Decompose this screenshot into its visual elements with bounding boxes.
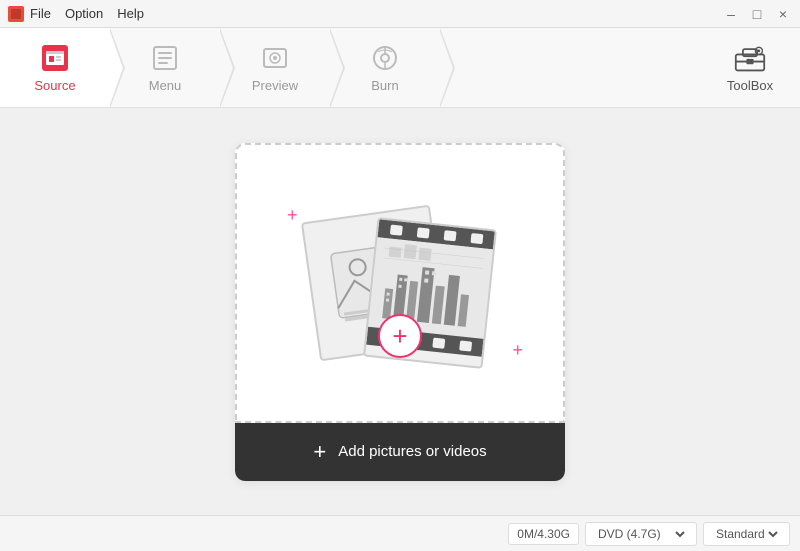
preview-icon: [259, 42, 291, 74]
nav-burn[interactable]: Burn: [330, 28, 440, 107]
menu-help[interactable]: Help: [117, 6, 144, 21]
source-label: Source: [34, 78, 75, 93]
minimize-button[interactable]: –: [722, 5, 740, 23]
menu-nav-label: Menu: [149, 78, 182, 93]
toolbox-label: ToolBox: [727, 78, 773, 93]
menu-option[interactable]: Option: [65, 6, 103, 21]
add-plus-icon: +: [313, 439, 326, 465]
title-bar: File Option Help – □ ×: [0, 0, 800, 28]
illustration: +: [300, 203, 500, 383]
add-circle-button[interactable]: +: [378, 314, 422, 358]
burn-icon: [369, 42, 401, 74]
deco-plus-bottomright: +: [512, 340, 523, 361]
preview-label: Preview: [252, 78, 298, 93]
burn-label: Burn: [371, 78, 398, 93]
dvd-select[interactable]: DVD (4.7G) DVD-9 (8.5G) Blu-ray 25G: [594, 526, 688, 542]
drop-zone-inner: + +: [235, 143, 565, 423]
menu-file[interactable]: File: [30, 6, 51, 21]
app-icon: [8, 6, 24, 22]
quality-select[interactable]: Standard High Low: [712, 526, 781, 542]
status-bar: 0M/4.30G DVD (4.7G) DVD-9 (8.5G) Blu-ray…: [0, 515, 800, 551]
add-label: Add pictures or videos: [338, 443, 486, 460]
storage-indicator: 0M/4.30G: [508, 523, 579, 545]
menu-nav-icon: [149, 42, 181, 74]
nav-source[interactable]: Source: [0, 28, 110, 107]
window-controls: – □ ×: [722, 5, 792, 23]
menu-bar: File Option Help: [30, 6, 144, 21]
dvd-selector[interactable]: DVD (4.7G) DVD-9 (8.5G) Blu-ray 25G: [585, 522, 697, 546]
add-bar[interactable]: + Add pictures or videos: [235, 423, 565, 481]
toolbox-button[interactable]: ToolBox: [710, 28, 790, 107]
toolbox-icon: [734, 42, 766, 74]
source-icon: [39, 42, 71, 74]
maximize-button[interactable]: □: [748, 5, 766, 23]
drop-zone[interactable]: + +: [235, 143, 565, 481]
main-content: + +: [0, 108, 800, 515]
nav-bar: Source Menu Preview: [0, 28, 800, 108]
nav-menu[interactable]: Menu: [110, 28, 220, 107]
quality-selector[interactable]: Standard High Low: [703, 522, 790, 546]
nav-preview[interactable]: Preview: [220, 28, 330, 107]
deco-plus-topleft: +: [287, 205, 298, 226]
close-button[interactable]: ×: [774, 5, 792, 23]
storage-text: 0M/4.30G: [517, 527, 570, 541]
